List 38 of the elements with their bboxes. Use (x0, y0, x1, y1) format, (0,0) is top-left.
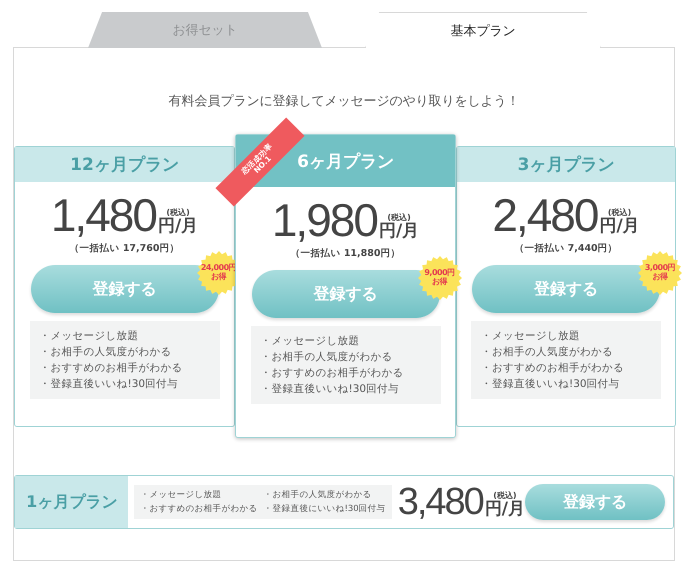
feature-text: ・登録直後いいね!30回付与 (260, 382, 400, 396)
tax-note: (税込) (166, 207, 190, 218)
savings-badge: 3,000円 お得 (638, 251, 682, 295)
price-unit: 円/月 (484, 501, 525, 521)
lump-sum-price: （一括払い 17,760円） (70, 242, 180, 255)
tax-note: (税込) (493, 490, 517, 500)
feature-text: ・おすすめのお相手がわかる (40, 361, 184, 375)
feature-text: ・お相手の人気度がわかる (260, 350, 394, 364)
feature-text: ・おすすめのお相手がわかる (260, 366, 404, 380)
feature-text: ・登録直後いいね!30回付与 (481, 377, 621, 391)
plan-title: 3ヶ月プラン (457, 147, 675, 182)
price: 2,480 (492, 192, 598, 238)
tax-note: (税込) (387, 212, 411, 222)
feature-text: ・お相手の人気度がわかる (40, 345, 172, 359)
feature-text: ・おすすめのお相手がわかる (140, 503, 258, 515)
price-unit: 円/月 (378, 223, 420, 243)
feature-text: ・お相手の人気度がわかる (481, 345, 614, 359)
intro-text: 有料会員プランに登録してメッセージのやり取りをしよう！ (168, 93, 520, 110)
lump-sum-price: （一括払い 7,440円） (514, 242, 618, 255)
plan-title: 12ヶ月プラン (15, 147, 234, 182)
price-unit: 円/月 (599, 218, 640, 238)
price-unit: 円/月 (158, 218, 198, 238)
feature-text: ・メッセージし放題 (481, 329, 581, 343)
price: 3,480 (398, 483, 483, 521)
feature-text: ・お相手の人気度がわかる (263, 489, 372, 501)
tax-note: (税込) (608, 207, 632, 218)
register-button[interactable]: 登録する (525, 484, 665, 520)
tab[interactable]: 基本プラン (365, 12, 601, 48)
price: 1,480 (50, 192, 156, 238)
feature-text: ・おすすめのお相手がわかる (481, 361, 625, 375)
feature-text: ・メッセージし放題 (260, 334, 360, 348)
feature-text: ・メッセージし放題 (40, 329, 140, 343)
lump-sum-price: （一括払い 11,880円） (290, 247, 400, 260)
feature-text: ・登録直後にいいね!30回付与 (263, 503, 386, 515)
feature-text: ・登録直後いいね!30回付与 (40, 377, 180, 391)
feature-text: ・メッセージし放題 (140, 489, 222, 501)
plan-title: 1ヶ月プラン (15, 476, 128, 528)
tab[interactable]: お得セット (88, 12, 322, 48)
